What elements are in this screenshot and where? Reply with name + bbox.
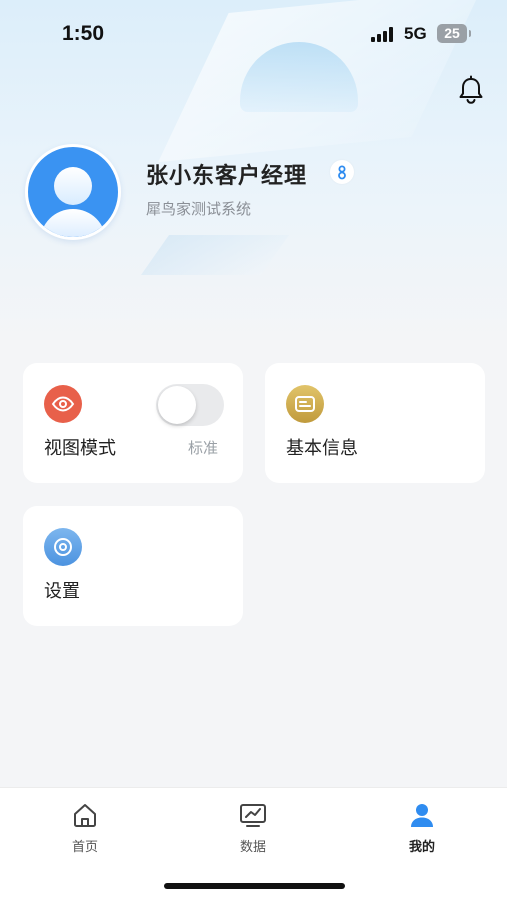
decorative-shape xyxy=(140,235,290,275)
toggle-knob xyxy=(158,386,196,424)
avatar-body xyxy=(40,209,106,237)
bell-icon[interactable] xyxy=(455,74,487,106)
role-badge-icon xyxy=(330,160,354,184)
tab-mine-label: 我的 xyxy=(408,840,435,855)
view-mode-value: 标准 xyxy=(188,439,219,457)
settings-card[interactable]: 设置 xyxy=(23,506,243,626)
signal-icon xyxy=(371,27,397,42)
view-mode-card[interactable]: 视图模式 标准 xyxy=(23,363,243,483)
chart-icon xyxy=(240,804,266,827)
basic-info-title: 基本信息 xyxy=(286,438,358,459)
settings-title: 设置 xyxy=(44,581,80,602)
home-indicator xyxy=(164,883,345,889)
network-type: 5G xyxy=(404,24,427,43)
avatar-head xyxy=(54,167,92,205)
tab-home[interactable]: 首页 xyxy=(45,800,125,855)
tab-data[interactable]: 数据 xyxy=(213,800,293,855)
tab-home-label: 首页 xyxy=(71,840,98,855)
user-name: 张小东客户经理 xyxy=(146,164,308,189)
status-bar: 1:50 5G 25 xyxy=(0,0,507,70)
view-mode-toggle[interactable] xyxy=(156,384,224,426)
user-icon xyxy=(411,804,433,827)
settings-icon xyxy=(44,528,82,566)
id-card-icon xyxy=(286,385,324,423)
battery-level: 25 xyxy=(444,25,460,41)
tab-mine[interactable]: 我的 xyxy=(382,800,462,855)
tab-data-label: 数据 xyxy=(239,840,266,855)
company-name: 犀鸟家测试系统 xyxy=(146,200,252,218)
battery-icon: 25 xyxy=(437,24,471,43)
status-time: 1:50 xyxy=(62,22,105,45)
view-mode-title: 视图模式 xyxy=(44,438,116,459)
avatar[interactable] xyxy=(25,144,121,240)
home-icon xyxy=(74,804,96,827)
basic-info-card[interactable]: 基本信息 xyxy=(265,363,485,483)
eye-icon xyxy=(44,385,82,423)
